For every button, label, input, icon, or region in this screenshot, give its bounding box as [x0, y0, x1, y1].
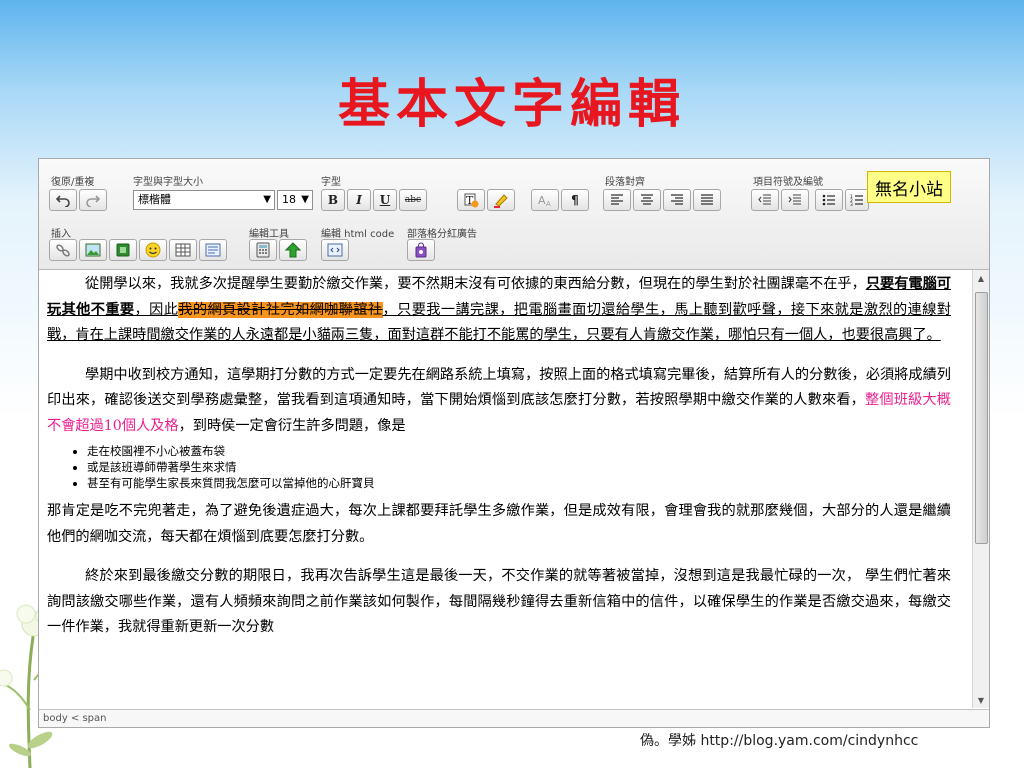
text-block-icon	[205, 243, 221, 257]
undo-button[interactable]	[49, 189, 77, 211]
numbered-list-button[interactable]: 123	[845, 189, 869, 211]
undo-redo-group-label: 復原/重複	[51, 177, 95, 188]
strikethrough-button[interactable]: abc	[399, 189, 427, 211]
editor-toolbar: 復原/重複 字型與字型大小 字型 段落對齊 項目符號及編號 標楷體 ▼ 18 ▼…	[39, 159, 989, 270]
scroll-up-icon[interactable]: ▲	[973, 270, 989, 286]
calculator-icon	[256, 242, 270, 258]
move-up-button[interactable]	[279, 239, 307, 261]
highlight-button[interactable]	[487, 189, 515, 211]
link-icon	[56, 244, 70, 257]
table-icon	[175, 243, 191, 257]
paragraph-1-text-c: ，因此	[134, 301, 179, 318]
font-size-select[interactable]: 18 ▼	[277, 190, 313, 210]
rich-text-editor: 復原/重複 字型與字型大小 字型 段落對齊 項目符號及編號 標楷體 ▼ 18 ▼…	[38, 158, 990, 728]
font-family-select[interactable]: 標楷體 ▼	[133, 190, 275, 210]
paragraph-4: 終於來到最後繳交分數的期限日，我再次告訴學生這是最後一天，不交作業的就等著被當掉…	[47, 568, 951, 635]
edit-html-group-label: 編輯 html code	[321, 229, 395, 240]
insert-image-button[interactable]	[79, 239, 107, 261]
align-center-icon	[641, 194, 653, 205]
paragraph-2: 學期中收到校方通知，這學期打分數的方式一定要先在網路系統上填寫，按照上面的格式填…	[39, 363, 951, 440]
highlighted-strikethrough-phrase: 我的網頁設計社完如網咖聯誼社	[178, 301, 383, 318]
undo-icon	[56, 195, 70, 207]
redo-button[interactable]	[79, 189, 107, 211]
media-icon	[116, 243, 130, 257]
slide-title: 基本文字編輯	[337, 74, 686, 135]
alignment-group-label: 段落對齊	[605, 177, 645, 188]
list-item: 走在校園裡不小心被蓋布袋	[87, 443, 971, 459]
svg-text:3: 3	[850, 202, 853, 206]
redo-icon	[86, 195, 100, 207]
slide-footer: 偽。學姊 http://blog.yam.com/cindynhcc	[640, 733, 919, 749]
lists-group-label: 項目符號及編號	[753, 177, 823, 188]
edit-html-button[interactable]	[321, 239, 349, 261]
align-left-button[interactable]	[603, 189, 631, 211]
svg-text:A: A	[546, 200, 551, 208]
blog-ads-group-label: 部落格分紅廣告	[407, 229, 477, 240]
indent-icon	[788, 194, 801, 205]
paragraph-button[interactable]: ¶	[561, 189, 589, 211]
editor-content[interactable]: 從開學以來，我就多次提醒學生要勤於繳交作業，要不然期末沒有可依據的東西給分數，但…	[39, 270, 971, 708]
text-color-button[interactable]: T	[457, 189, 485, 211]
chevron-down-icon: ▼	[263, 194, 271, 205]
underline-button[interactable]: U	[373, 189, 397, 211]
insert-group-label: 插入	[51, 229, 71, 240]
insert-block-button[interactable]	[199, 239, 227, 261]
chevron-down-icon: ▼	[301, 194, 309, 205]
align-justify-icon	[701, 194, 713, 205]
blog-ad-button[interactable]	[407, 239, 435, 261]
font-size-adjust-button[interactable]: AA	[531, 189, 559, 211]
smiley-icon	[145, 242, 161, 258]
paragraph-3: 那肯定是吃不完兜著走，為了避免後遺症過大，每次上課都要拜託學生多繳作業，但是成效…	[47, 503, 951, 545]
list-item: 甚至有可能學生家長來質問我怎麼可以當掉他的心肝寶貝	[87, 475, 971, 491]
edit-tools-group-label: 編輯工具	[249, 229, 289, 240]
edit-calculator-button[interactable]	[249, 239, 277, 261]
element-path-statusbar: body < span	[39, 709, 989, 727]
list-item: 或是該班導師帶著學生來求情	[87, 459, 971, 475]
vertical-scrollbar[interactable]: ▲ ▼	[972, 270, 989, 708]
insert-table-button[interactable]	[169, 239, 197, 261]
align-justify-button[interactable]	[693, 189, 721, 211]
arrow-up-icon	[285, 242, 301, 258]
image-icon	[85, 243, 101, 257]
align-center-button[interactable]	[633, 189, 661, 211]
html-code-icon	[327, 243, 343, 257]
font-size-group-label: 字型與字型大小	[133, 177, 203, 188]
bullet-list-icon	[822, 194, 835, 206]
font-family-value: 標楷體	[138, 193, 171, 206]
insert-media-button[interactable]	[109, 239, 137, 261]
site-badge: 無名小站	[867, 171, 951, 203]
svg-text:A: A	[538, 194, 546, 207]
font-size-adjust-icon: AA	[538, 194, 551, 208]
italic-button[interactable]: I	[347, 189, 371, 211]
align-right-icon	[671, 194, 683, 205]
paragraph-2-text-a: 學期中收到校方通知，這學期打分數的方式一定要先在網路系統上填寫，按照上面的格式填…	[47, 366, 951, 409]
font-size-value: 18	[282, 193, 296, 206]
insert-emoticon-button[interactable]	[139, 239, 167, 261]
insert-link-button[interactable]	[49, 239, 77, 261]
bold-button[interactable]: B	[321, 189, 345, 211]
scrollbar-thumb[interactable]	[975, 292, 988, 544]
align-left-icon	[611, 194, 623, 205]
bullet-list-button[interactable]	[815, 189, 843, 211]
align-right-button[interactable]	[663, 189, 691, 211]
highlighter-icon	[494, 194, 508, 208]
paragraph-1: 從開學以來，我就多次提醒學生要勤於繳交作業，要不然期末沒有可依據的東西給分數，但…	[39, 272, 951, 349]
numbered-list-icon: 123	[850, 194, 863, 206]
text-color-icon: T	[464, 193, 479, 208]
font-style-group-label: 字型	[321, 177, 341, 188]
scroll-down-icon[interactable]: ▼	[973, 692, 989, 708]
paragraph-1-text-a: 從開學以來，我就多次提醒學生要勤於繳交作業，要不然期末沒有可依據的東西給分數，但…	[85, 276, 866, 292]
outdent-button[interactable]	[751, 189, 779, 211]
ad-bag-icon	[415, 242, 427, 258]
paragraph-2-text-c: ，到時侯一定會衍生許多問題，像是	[178, 417, 406, 434]
bullet-list: 走在校園裡不小心被蓋布袋 或是該班導師帶著學生來求情 甚至有可能學生家長來質問我…	[39, 443, 971, 491]
outdent-icon	[758, 194, 771, 205]
indent-button[interactable]	[781, 189, 809, 211]
